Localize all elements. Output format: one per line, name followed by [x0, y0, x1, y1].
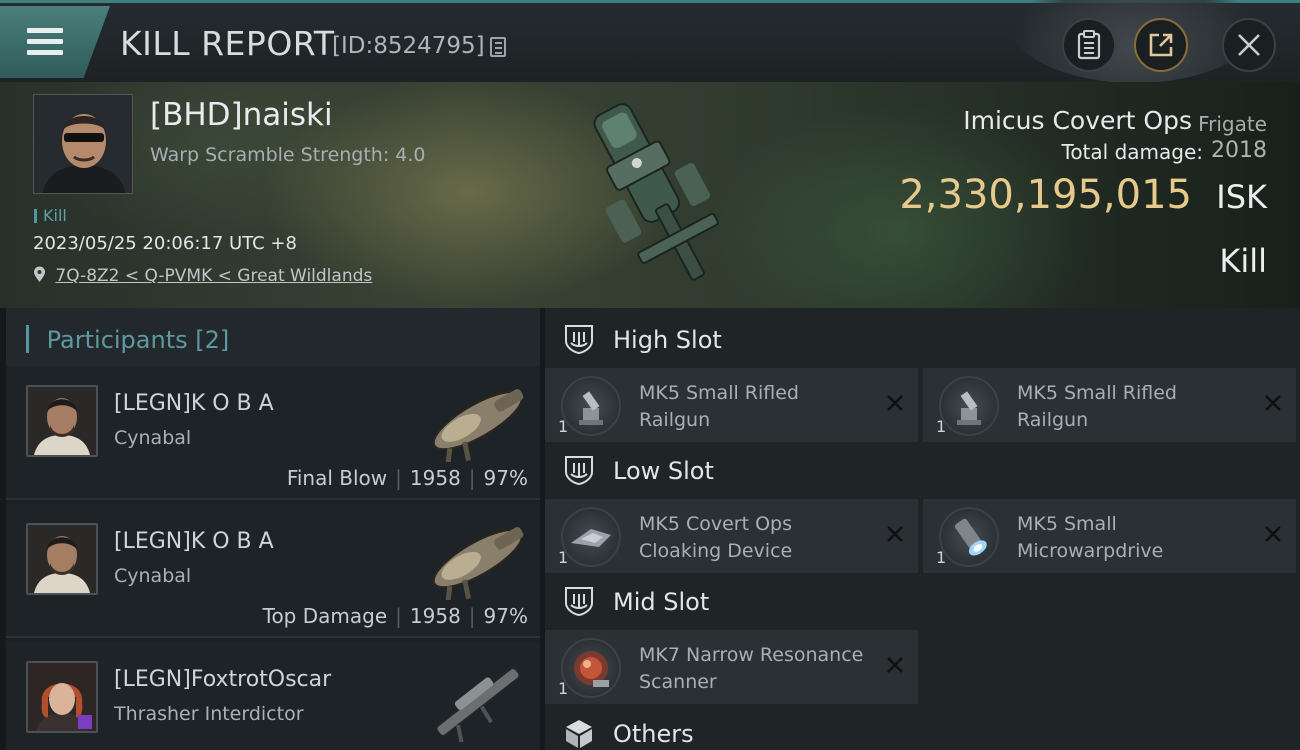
slot-shield-icon — [565, 325, 593, 355]
railgun-icon — [561, 376, 621, 436]
location-link[interactable]: 7Q-8Z2 < Q-PVMK < Great Wildlands — [55, 266, 372, 286]
module-qty: 1 — [558, 548, 569, 567]
participant-ship: Cynabal — [114, 565, 192, 587]
total-damage-value: 2018 — [1211, 138, 1267, 163]
top-bar: KILL REPORT [ID:8524795] — [0, 0, 1300, 83]
high-slot-header: High Slot — [545, 310, 1300, 368]
x-icon[interactable] — [1262, 392, 1284, 414]
isk-unit: ISK — [1216, 178, 1267, 216]
module-card[interactable]: 1 MK5 Small Microwarpdrive — [923, 499, 1296, 573]
module-qty: 1 — [558, 417, 569, 436]
kill-location[interactable]: 7Q-8Z2 < Q-PVMK < Great Wildlands — [33, 266, 372, 286]
cloaking-device-icon — [561, 507, 621, 567]
participants-header: Participants [2] — [6, 308, 540, 366]
participant-row[interactable]: [LEGN]K O B A Cynabal Top Damage | 1958 | 97… — [6, 504, 540, 638]
module-name: MK5 Small Microwarpdrive — [1017, 513, 1164, 562]
participant-ship: Cynabal — [114, 427, 192, 449]
participant-name: [LEGN]K O B A — [114, 529, 274, 554]
x-icon[interactable] — [1262, 523, 1284, 545]
participant-damage: 1958 — [409, 466, 461, 490]
participant-avatar — [26, 385, 98, 457]
module-name: MK5 Small Rifled Railgun — [639, 382, 799, 431]
close-button[interactable] — [1222, 18, 1276, 72]
cube-icon — [566, 720, 592, 748]
participant-percent: 97% — [483, 466, 528, 490]
victim-avatar[interactable] — [33, 94, 133, 194]
module-card[interactable]: 1 MK5 Covert Ops Cloaking Device — [545, 499, 918, 573]
participant-avatar — [26, 661, 98, 733]
mid-slot-label: Mid Slot — [613, 588, 710, 616]
low-slot-header: Low Slot — [545, 441, 1300, 499]
module-card[interactable]: 1 MK5 Small Rifled Railgun — [545, 368, 918, 442]
participant-role: Top Damage — [262, 604, 388, 628]
module-qty: 1 — [936, 548, 947, 567]
low-slot-label: Low Slot — [613, 457, 714, 485]
participant-percent: 97% — [483, 604, 528, 628]
share-button[interactable] — [1134, 18, 1188, 72]
menu-button[interactable] — [0, 6, 110, 78]
module-name: MK5 Small Rifled Railgun — [1017, 382, 1177, 431]
x-icon[interactable] — [884, 523, 906, 545]
participant-row[interactable]: [LEGN]K O B A Cynabal Final Blow | 1958 | 97… — [6, 366, 540, 500]
participant-ship-image — [435, 667, 521, 742]
participant-damage: 1958 — [409, 604, 461, 628]
kill-datetime: 2023/05/25 20:06:17 UTC +8 — [33, 233, 297, 254]
clipboard-icon — [1077, 30, 1101, 60]
participant-ship-image — [432, 389, 524, 462]
railgun-icon — [939, 376, 999, 436]
victim-name[interactable]: [BHD]naiski — [150, 97, 333, 133]
participant-ship-image — [432, 527, 524, 600]
participants-count: [2] — [195, 326, 230, 354]
module-card[interactable]: 1 MK7 Narrow Resonance Scanner — [545, 630, 918, 704]
kill-tag: Kill — [34, 206, 67, 225]
page-title: KILL REPORT — [120, 24, 335, 63]
participant-role: Final Blow — [286, 466, 388, 490]
close-icon — [1238, 34, 1260, 56]
kill-result: Kill — [1219, 242, 1267, 280]
participant-name: [LEGN]K O B A — [114, 391, 274, 416]
participants-panel: Participants [2] [LEGN]K O B A Cynabal F… — [6, 308, 540, 750]
module-qty: 1 — [558, 679, 569, 698]
victim-ship-image — [593, 103, 719, 281]
participant-avatar — [26, 523, 98, 595]
pilot-portrait — [34, 95, 132, 193]
hamburger-icon — [27, 28, 63, 33]
resonance-scanner-icon — [561, 638, 621, 698]
fitting-panel: High Slot 1 MK5 Small Rifled Railgun 1 M… — [545, 308, 1300, 750]
clipboard-button[interactable] — [1062, 18, 1116, 72]
module-name: MK5 Covert Ops Cloaking Device — [639, 513, 793, 562]
participants-label: Participants — [46, 326, 188, 354]
high-slot-label: High Slot — [613, 326, 722, 354]
participant-name: [LEGN]FoxtrotOscar — [114, 667, 332, 692]
share-icon — [1149, 33, 1173, 57]
microwarpdrive-icon — [939, 507, 999, 567]
isk-value: 2,330,195,015 — [899, 172, 1192, 218]
slot-shield-icon — [565, 456, 593, 486]
location-pin-icon — [34, 266, 45, 282]
victim-ship-name[interactable]: Imicus Covert Ops — [963, 106, 1192, 135]
copy-icon[interactable] — [490, 37, 506, 57]
others-header: Others — [545, 704, 1300, 750]
x-icon[interactable] — [884, 654, 906, 676]
mid-slot-header: Mid Slot — [545, 572, 1300, 630]
victim-summary: [BHD]naiski Warp Scramble Strength: 4.0 … — [0, 82, 1300, 308]
others-label: Others — [613, 720, 694, 748]
report-id: [ID:8524795] — [332, 33, 485, 59]
module-card[interactable]: 1 MK5 Small Rifled Railgun — [923, 368, 1296, 442]
module-name: MK7 Narrow Resonance Scanner — [639, 644, 864, 693]
module-qty: 1 — [936, 417, 947, 436]
participant-row[interactable]: [LEGN]FoxtrotOscar Thrasher Interdictor — [6, 642, 540, 750]
warp-scramble-strength: Warp Scramble Strength: 4.0 — [150, 144, 426, 166]
slot-shield-icon — [565, 587, 593, 617]
participant-ship: Thrasher Interdictor — [114, 703, 304, 725]
victim-ship-class: Frigate — [1198, 112, 1267, 136]
x-icon[interactable] — [884, 392, 906, 414]
total-damage-label: Total damage: — [1061, 140, 1204, 164]
